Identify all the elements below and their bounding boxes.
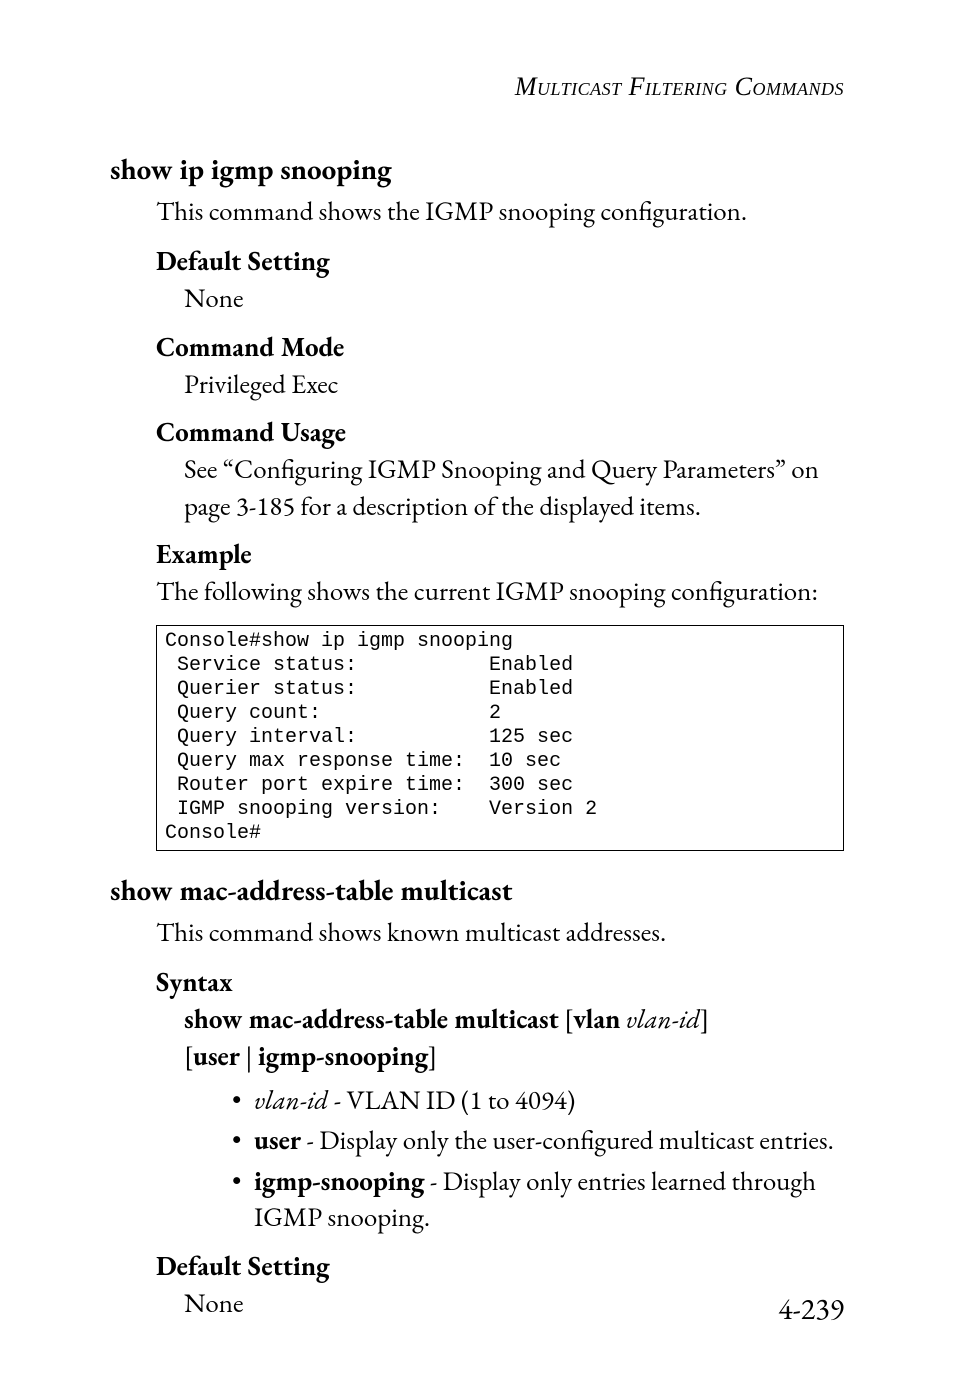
syntax-vlan-kw: vlan <box>573 1002 620 1037</box>
section2-syntax-line1: show mac-address-table multicast [vlan v… <box>184 1002 844 1038</box>
syntax-l1b: [ <box>559 1002 573 1037</box>
section1-default-value: None <box>184 281 844 317</box>
section1-usage-value: See “Configuring IGMP Snooping and Query… <box>184 452 844 525</box>
bullet1-term: vlan-id <box>254 1083 328 1118</box>
section2-bullet-list: vlan-id - VLAN ID (1 to 4094) user - Dis… <box>232 1083 844 1237</box>
section2-syntax-heading: Syntax <box>156 965 844 1000</box>
section1-mode-heading: Command Mode <box>156 330 844 365</box>
syntax-l1f: ] <box>700 1002 709 1037</box>
syntax-igmp-kw: igmp-snooping <box>258 1039 428 1074</box>
list-item: user - Display only the user-configured … <box>232 1123 844 1159</box>
section1-usage-heading: Command Usage <box>156 415 844 450</box>
bullet1-desc: - VLAN ID (1 to 4094) <box>328 1083 575 1118</box>
syntax-vlan-id: vlan-id <box>626 1002 700 1037</box>
section1-intro: This command shows the IGMP snooping con… <box>156 194 844 230</box>
section1-mode-value: Privileged Exec <box>184 367 844 403</box>
page-container: Multicast Filtering Commands show ip igm… <box>0 0 954 1388</box>
bullet2-desc: - Display only the user-configured multi… <box>301 1123 834 1158</box>
section2-default-heading: Default Setting <box>156 1249 844 1284</box>
section1-example-intro: The following shows the current IGMP sno… <box>156 574 844 610</box>
page-number: 4-239 <box>778 1289 844 1328</box>
bullet3-term: igmp-snooping <box>254 1164 424 1199</box>
list-item: igmp-snooping - Display only entries lea… <box>232 1164 844 1237</box>
section2-default-value: None <box>184 1286 844 1322</box>
running-head: Multicast Filtering Commands <box>110 72 844 102</box>
section1-heading: show ip igmp snooping <box>110 150 844 188</box>
syntax-l2e: ] <box>428 1039 437 1074</box>
syntax-l2c: | <box>240 1039 258 1074</box>
section1-default-heading: Default Setting <box>156 244 844 279</box>
section2-heading: show mac-address-table multicast <box>110 871 844 909</box>
section1-example-heading: Example <box>156 537 844 572</box>
section1-code-block: Console#show ip igmp snooping Service st… <box>156 625 844 851</box>
list-item: vlan-id - VLAN ID (1 to 4094) <box>232 1083 844 1119</box>
syntax-cmd: show mac-address-table multicast <box>184 1002 559 1037</box>
section2-intro: This command shows known multicast addre… <box>156 915 844 951</box>
syntax-user-kw: user <box>193 1039 240 1074</box>
syntax-l2a: [ <box>184 1039 193 1074</box>
bullet2-term: user <box>254 1123 301 1158</box>
section2-syntax-line2: [user | igmp-snooping] <box>184 1039 844 1075</box>
